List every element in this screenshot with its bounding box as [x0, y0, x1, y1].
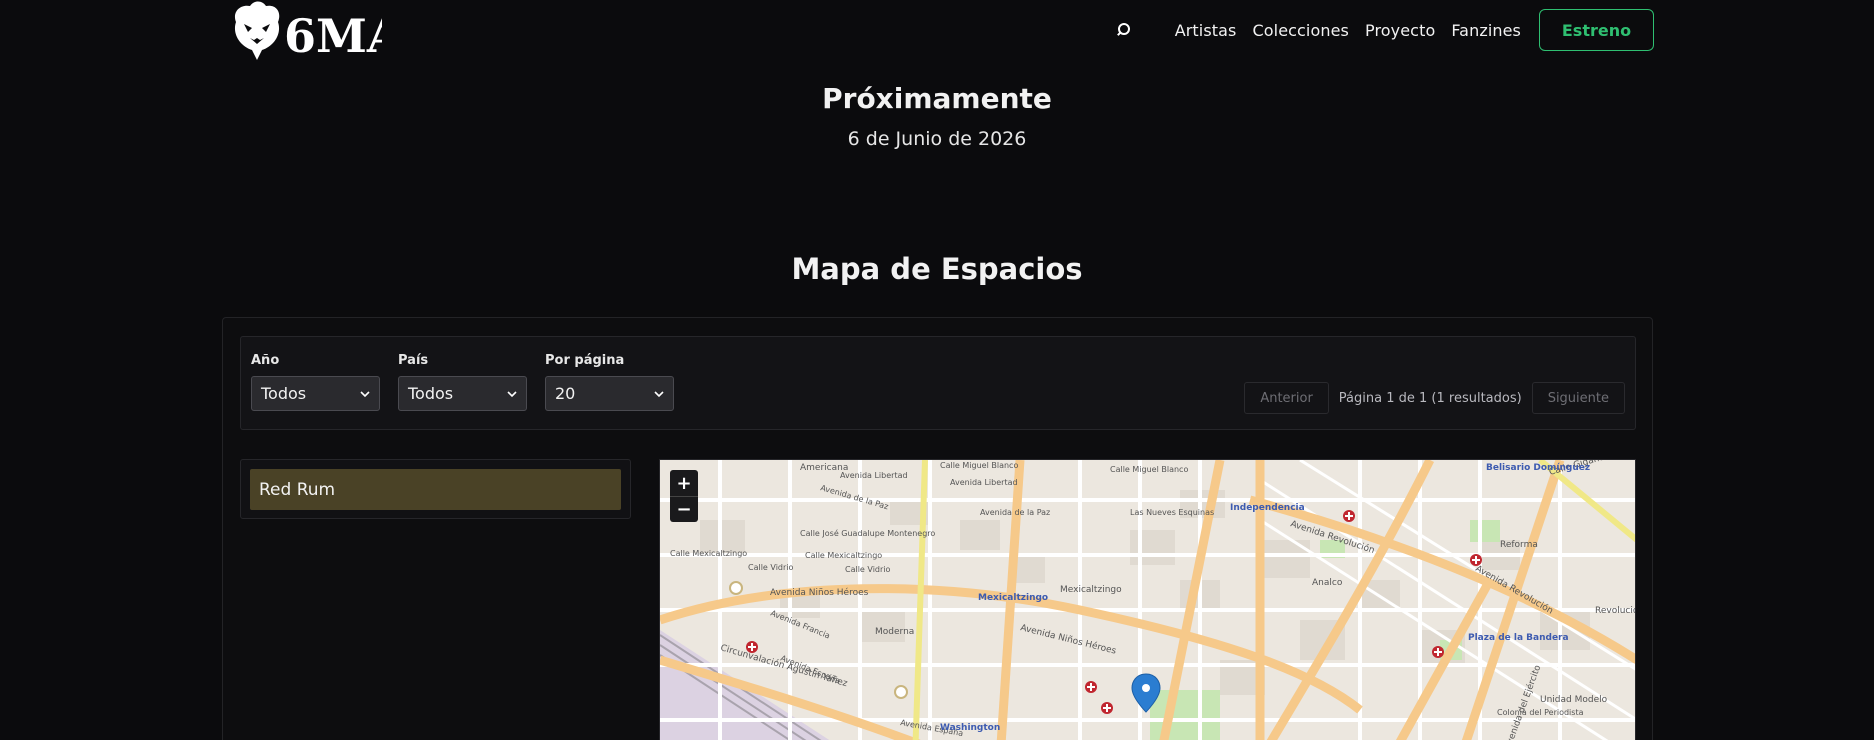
map-tiles: Avenida Niños Héroes Avenida Niños Héroe… [660, 460, 1636, 740]
map-label: Mexicaltzingo [1060, 585, 1122, 595]
map-view[interactable]: + − Avenida Niños Héroes Avenida Niños H… [659, 459, 1636, 740]
per-page-select[interactable]: 20 [545, 376, 674, 411]
map-label: Calle José Guadalupe Montenegro [800, 528, 935, 538]
pagination: Anterior Página 1 de 1 (1 resultados) Si… [1244, 382, 1625, 414]
country-select[interactable]: Todos [398, 376, 527, 411]
nav-colecciones[interactable]: Colecciones [1252, 21, 1349, 40]
map-label: Plaza de la Bandera [1468, 633, 1569, 643]
filter-country: País Todos [398, 353, 527, 411]
zoom-out-button[interactable]: − [670, 496, 698, 522]
prev-page-button[interactable]: Anterior [1244, 382, 1329, 414]
chevron-down-icon [507, 391, 517, 398]
filter-country-label: País [398, 353, 429, 368]
nav-fanzines[interactable]: Fanzines [1451, 21, 1521, 40]
map-label: Reforma [1500, 540, 1538, 550]
pagination-status: Página 1 de 1 (1 resultados) [1338, 390, 1522, 406]
search-icon [1116, 23, 1130, 36]
map-label: Avenida Niños Héroes [770, 587, 869, 598]
map-label: Las Nueves Esquinas [1130, 508, 1214, 517]
map-label: Moderna [875, 627, 914, 637]
zoom-in-button[interactable]: + [670, 470, 698, 496]
filter-year: Año Todos [251, 353, 380, 411]
map-label: Revolucion [1595, 606, 1636, 616]
map-label: Analco [1312, 578, 1343, 588]
map-label: Mexicaltzingo [978, 593, 1048, 603]
site-logo[interactable]: 6MA [222, 0, 404, 63]
zoom-control: + − [670, 470, 698, 522]
logo-wordmark: 6MA [284, 9, 382, 62]
chevron-down-icon [654, 391, 664, 398]
section-title: Mapa de Espacios [791, 252, 1083, 286]
main-nav: Artistas Colecciones Proyecto Fanzines E… [1103, 8, 1654, 52]
map-label: Calle Mexicaltzingo [670, 549, 747, 558]
map-label: Calle Vidrio [845, 565, 891, 574]
chevron-down-icon [360, 391, 370, 398]
filter-year-label: Año [251, 353, 280, 368]
year-select-value: Todos [261, 384, 307, 403]
hero-title: Próximamente [822, 82, 1052, 115]
map-label: Calle Vidrio [748, 563, 794, 572]
spaces-panel: Año Todos País Todos Por página 20 Anter… [222, 317, 1653, 740]
filter-per-page: Por página 20 [545, 353, 674, 411]
next-page-button[interactable]: Siguiente [1531, 382, 1625, 414]
search-button[interactable] [1103, 8, 1147, 52]
filters-bar: Año Todos País Todos Por página 20 Anter… [240, 336, 1636, 430]
map-label: Avenida Libertad [950, 478, 1018, 487]
map-label: Calle Mexicaltzingo [805, 551, 882, 560]
nav-proyecto[interactable]: Proyecto [1365, 21, 1435, 40]
hero-date: 6 de Junio de 2026 [847, 128, 1027, 150]
estreno-button[interactable]: Estreno [1539, 9, 1654, 51]
map-label: Belisario Domínguez [1486, 463, 1590, 473]
map-label: Calle Miguel Blanco [1110, 465, 1188, 474]
map-label: Calle Miguel Blanco [940, 461, 1018, 470]
spaces-list: Red Rum [240, 459, 631, 519]
map-label: Americana [800, 463, 848, 473]
map-label: Unidad Modelo [1540, 695, 1608, 705]
country-select-value: Todos [408, 384, 454, 403]
map-label: Avenida de la Paz [980, 508, 1050, 517]
map-label: Avenida Libertad [840, 471, 908, 480]
map-label: Washington [940, 723, 1000, 733]
per-page-select-value: 20 [555, 384, 576, 403]
site-header: 6MA Artistas Colecciones Proyecto Fanzin… [0, 0, 1874, 64]
filter-per-page-label: Por página [545, 353, 625, 368]
list-item[interactable]: Red Rum [250, 469, 621, 510]
nav-artistas[interactable]: Artistas [1175, 21, 1237, 40]
map-label: Colonia del Periodista [1497, 708, 1584, 717]
map-label: Independencia [1230, 503, 1305, 513]
year-select[interactable]: Todos [251, 376, 380, 411]
